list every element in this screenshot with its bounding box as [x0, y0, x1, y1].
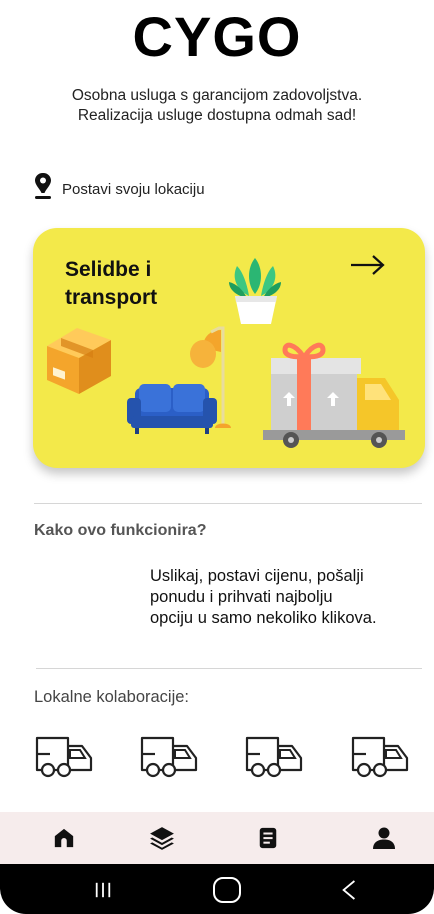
document-icon — [259, 827, 277, 849]
how-it-works-title: Kako ovo funkcionira? — [34, 522, 207, 539]
app-screen: CYGO Osobna usluga s garancijom zadovolj… — [0, 0, 434, 914]
tagline-line: Osobna usluga s garancijom zadovoljstva. — [71, 87, 363, 104]
how-it-works-description: Uslikaj, postavi cijenu, pošalji ponudu … — [150, 566, 426, 629]
tagline-line: Realizacija usluge dostupna odmah sad! — [77, 107, 357, 124]
back-icon — [342, 880, 355, 900]
recent-apps-icon — [95, 882, 111, 898]
delivery-truck-illustration — [263, 342, 405, 448]
home-icon — [54, 828, 74, 848]
description-line: Uslikaj, postavi cijenu, pošalji — [150, 567, 364, 585]
system-navigation-bar — [0, 864, 434, 914]
truck-icon — [140, 736, 198, 778]
collaborations-list — [0, 732, 434, 784]
collaboration-item[interactable] — [34, 732, 94, 780]
collaboration-item[interactable] — [244, 732, 304, 780]
home-circle-icon — [213, 877, 241, 903]
local-collaborations-title: Lokalne kolaboracije: — [34, 688, 190, 706]
set-location-label: Postavi svoju lokaciju — [62, 180, 205, 198]
system-back-button[interactable] — [334, 876, 364, 904]
tab-services[interactable] — [146, 822, 178, 854]
profile-icon — [373, 827, 395, 849]
truck-icon — [245, 736, 303, 778]
moving-illustration — [47, 258, 405, 448]
sofa-illustration — [127, 384, 217, 434]
service-card-moving-transport[interactable]: Selidbe i transport — [33, 228, 425, 468]
collaboration-item[interactable] — [139, 732, 199, 780]
system-home-button[interactable] — [212, 876, 242, 904]
description-line: ponudu i prihvati najbolju — [150, 588, 333, 606]
cardboard-box-illustration — [47, 328, 111, 394]
description-line: opciju u samo nekoliko klikova. — [150, 609, 377, 627]
layers-icon — [150, 827, 174, 850]
set-location-button[interactable]: Postavi svoju lokaciju — [34, 172, 205, 206]
section-divider — [36, 668, 422, 669]
location-pin-icon — [34, 172, 52, 206]
app-logo: CYGO — [132, 5, 302, 68]
truck-icon — [35, 736, 93, 778]
recent-apps-button[interactable] — [88, 876, 118, 904]
bottom-tab-bar — [0, 812, 434, 864]
truck-icon — [351, 736, 409, 778]
tab-profile[interactable] — [368, 822, 400, 854]
collaboration-item[interactable] — [350, 732, 410, 780]
plant-illustration — [229, 258, 281, 324]
tagline: Osobna usluga s garancijom zadovoljstva.… — [0, 86, 434, 126]
tab-home[interactable] — [48, 822, 80, 854]
tab-orders[interactable] — [252, 822, 284, 854]
section-divider — [34, 503, 422, 504]
